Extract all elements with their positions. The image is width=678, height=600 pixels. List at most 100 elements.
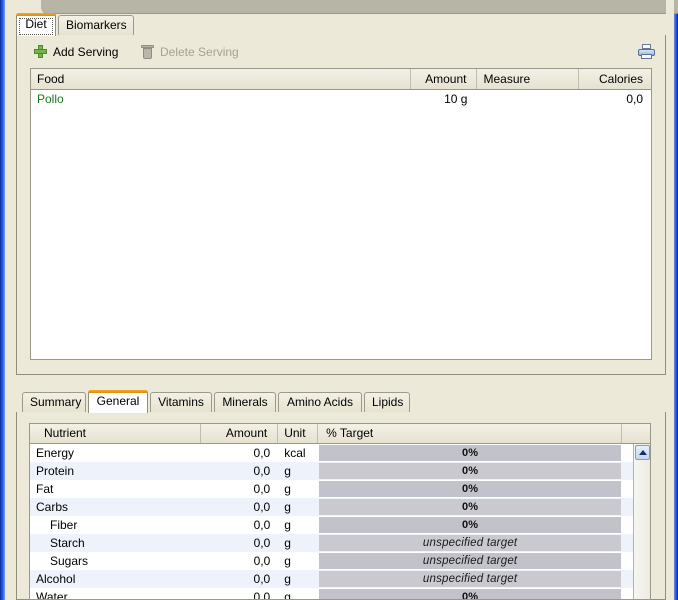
- nutrient-table[interactable]: Nutrient Amount Unit % Target Energy 0,0 k…: [29, 423, 651, 600]
- nutrient-unit-cell: g: [284, 590, 291, 600]
- scroll-up-button[interactable]: [635, 445, 650, 460]
- nutrient-amount-cell: 0,0: [253, 446, 271, 460]
- nutrient-table-row[interactable]: Alcohol 0,0 g unspecified target: [30, 570, 650, 588]
- chevron-up-icon: [638, 450, 647, 455]
- nutrient-tab-minerals[interactable]: Minerals: [214, 392, 276, 412]
- add-serving-label: Add Serving: [53, 44, 119, 59]
- diet-panel: Add Serving Delete Serving Food Amount M…: [16, 35, 666, 375]
- nutrient-name-cell: Starch: [50, 536, 85, 550]
- target-progress-label: 0%: [461, 591, 479, 600]
- target-progress-bar: 0%: [319, 463, 622, 479]
- column-header-amount[interactable]: Amount: [201, 424, 279, 443]
- food-table-row[interactable]: Pollo 10 g 0,0: [31, 90, 651, 108]
- nutrient-table-row[interactable]: Energy 0,0 kcal 0%: [30, 444, 650, 462]
- nutrient-tab-lipids[interactable]: Lipids: [364, 392, 410, 412]
- nutrient-amount-cell: 0,0: [253, 554, 271, 568]
- delete-serving-button[interactable]: Delete Serving: [137, 40, 243, 63]
- plus-icon: [34, 45, 47, 58]
- nutrient-name-cell: Protein: [36, 464, 75, 478]
- target-progress-bar: 0%: [319, 445, 622, 461]
- target-progress-bar: 0%: [319, 481, 622, 497]
- nutrient-target-cell: 0%: [318, 498, 622, 516]
- nutrient-unit-cell: g: [284, 554, 291, 568]
- column-header-measure[interactable]: Measure: [477, 69, 580, 89]
- trash-icon: [141, 44, 154, 59]
- column-header-unit[interactable]: Unit: [278, 424, 319, 443]
- top-tab-label: Biomarkers: [66, 18, 127, 32]
- delete-serving-label: Delete Serving: [160, 44, 239, 59]
- nutrient-unit-cell: g: [284, 518, 291, 532]
- add-serving-button[interactable]: Add Serving: [30, 40, 122, 63]
- nutrient-target-cell: unspecified target: [318, 570, 622, 588]
- target-progress-label: 0%: [461, 483, 479, 495]
- column-header-calories[interactable]: Calories: [579, 69, 651, 89]
- nutrient-amount-cell: 0,0: [253, 572, 271, 586]
- nutrient-unit-cell: g: [284, 572, 291, 586]
- nutrient-name-cell: Alcohol: [36, 572, 76, 586]
- nutrient-amount-cell: 0,0: [253, 590, 271, 600]
- nutrient-table-row[interactable]: Sugars 0,0 g unspecified target: [30, 552, 650, 570]
- printer-icon: [637, 44, 655, 59]
- nutrient-tab-label: General: [96, 394, 140, 408]
- nutrient-table-row[interactable]: Protein 0,0 g 0%: [30, 462, 650, 480]
- nutrient-name-cell: Fiber: [50, 518, 78, 532]
- nutrient-unit-cell: g: [284, 536, 291, 550]
- nutrient-unit-cell: g: [284, 464, 291, 478]
- window-right-border: [674, 0, 678, 600]
- target-progress-label: unspecified target: [422, 537, 518, 549]
- nutrient-target-cell: 0%: [318, 588, 622, 600]
- target-progress-label: 0%: [461, 519, 479, 531]
- nutrient-tab-bar: Summary General Vitamins Minerals Amino Acid…: [22, 390, 662, 413]
- target-progress-label: 0%: [461, 447, 479, 459]
- top-tab-diet[interactable]: Diet: [16, 13, 56, 36]
- nutrient-tab-summary[interactable]: Summary: [22, 392, 86, 412]
- nutrient-unit-cell: g: [284, 482, 291, 496]
- target-progress-label: unspecified target: [422, 573, 518, 585]
- nutrient-table-row[interactable]: Starch 0,0 g unspecified target: [30, 534, 650, 552]
- top-tab-biomarkers[interactable]: Biomarkers: [58, 15, 134, 35]
- nutrient-tab-vitamins[interactable]: Vitamins: [150, 392, 212, 412]
- nutrient-unit-cell: g: [284, 500, 291, 514]
- target-progress-bar: 0%: [319, 517, 622, 533]
- nutrient-vertical-scrollbar[interactable]: [633, 444, 650, 599]
- column-header-nutrient[interactable]: Nutrient: [30, 424, 202, 443]
- nutrient-unit-cell: kcal: [284, 446, 306, 460]
- nutrient-name-cell: Carbs: [36, 500, 69, 514]
- target-progress-label: 0%: [461, 465, 479, 477]
- nutrient-table-row[interactable]: Fat 0,0 g 0%: [30, 480, 650, 498]
- nutrient-tab-amino-acids[interactable]: Amino Acids: [278, 392, 362, 412]
- window-right-inset: [666, 0, 674, 600]
- column-header-amount[interactable]: Amount: [411, 69, 478, 89]
- nutrient-amount-cell: 0,0: [253, 536, 271, 550]
- nutrient-tab-general[interactable]: General: [88, 390, 148, 413]
- nutrient-tab-label: Vitamins: [158, 395, 204, 409]
- nutrient-table-header: Nutrient Amount Unit % Target: [30, 424, 650, 444]
- target-progress-bar: unspecified target: [319, 571, 622, 587]
- column-header-target[interactable]: % Target: [318, 424, 623, 443]
- nutrient-target-cell: unspecified target: [318, 552, 622, 570]
- nutrient-name-cell: Water: [36, 590, 68, 600]
- nutrient-amount-cell: 0,0: [253, 482, 271, 496]
- nutrient-amount-cell: 0,0: [253, 500, 271, 514]
- nutrient-table-row[interactable]: Fiber 0,0 g 0%: [30, 516, 650, 534]
- nutrient-panel: Nutrient Amount Unit % Target Energy 0,0 k…: [16, 412, 666, 600]
- nutrient-name-cell: Energy: [36, 446, 75, 460]
- target-progress-label: 0%: [461, 501, 479, 513]
- food-table[interactable]: Food Amount Measure Calories Pollo 10 g 0,…: [30, 68, 652, 360]
- nutrient-target-cell: 0%: [318, 462, 622, 480]
- nutrient-target-cell: 0%: [318, 516, 622, 534]
- food-amount-cell: 10 g: [444, 92, 468, 106]
- title-bar-inner: [41, 0, 678, 14]
- target-progress-bar: 0%: [319, 589, 622, 600]
- print-button[interactable]: [634, 40, 658, 63]
- title-bar-strip: [5, 0, 678, 14]
- top-tab-label: Diet: [25, 17, 47, 31]
- nutrient-tab-label: Lipids: [372, 395, 404, 409]
- food-table-header: Food Amount Measure Calories: [31, 69, 651, 90]
- nutrient-table-row[interactable]: Carbs 0,0 g 0%: [30, 498, 650, 516]
- target-progress-bar: 0%: [319, 499, 622, 515]
- target-progress-bar: unspecified target: [319, 535, 622, 551]
- column-header-food[interactable]: Food: [31, 69, 412, 89]
- top-tab-bar: Diet Biomarkers: [16, 13, 666, 36]
- nutrient-table-row[interactable]: Water 0,0 g 0%: [30, 588, 650, 600]
